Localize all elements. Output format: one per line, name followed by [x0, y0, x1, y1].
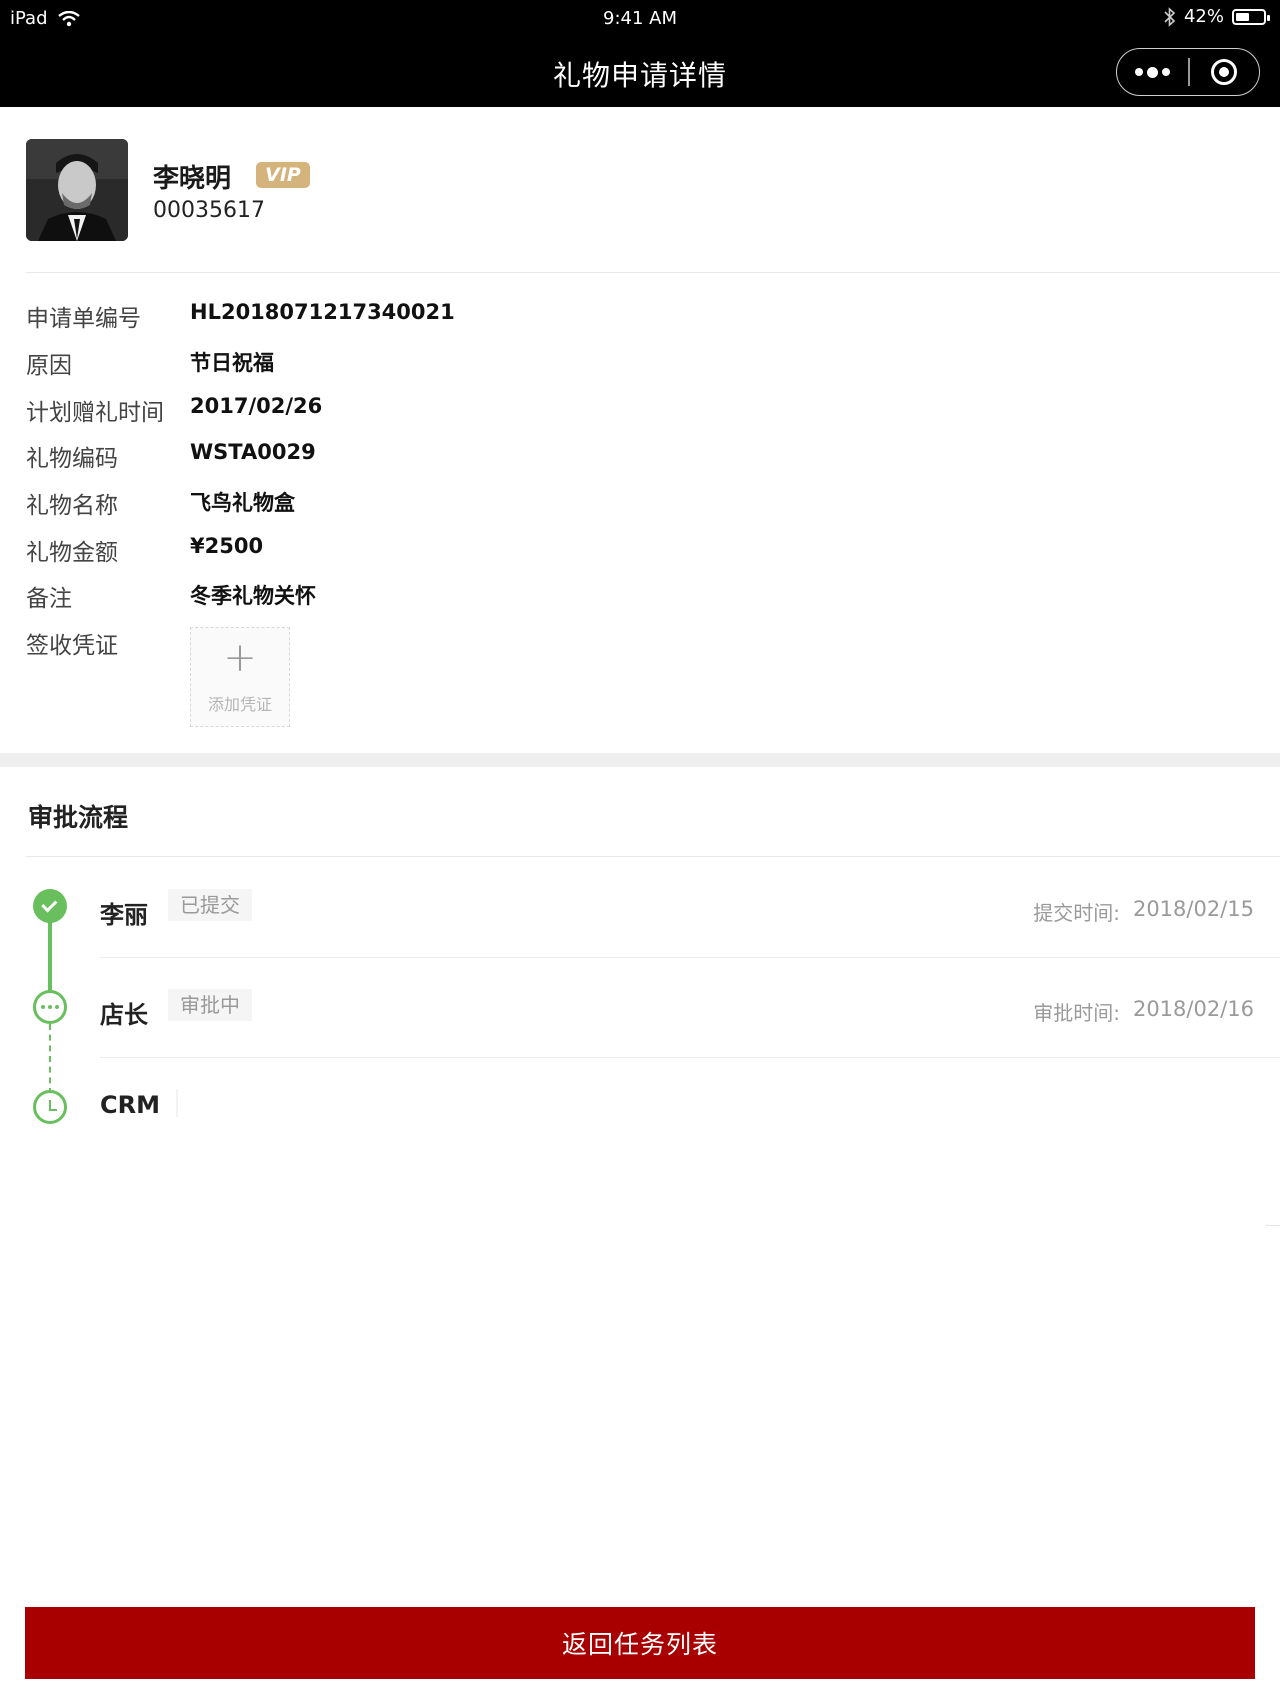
detail-label: 签收凭证	[26, 633, 118, 659]
detail-value: HL2018071217340021	[190, 300, 455, 324]
detail-label: 礼物编码	[26, 446, 118, 472]
approver-name: CRM	[100, 1091, 160, 1119]
customer-name: 李晓明	[153, 164, 232, 194]
detail-value: 2017/02/26	[190, 394, 323, 418]
divider	[1266, 1225, 1280, 1226]
detail-row-gift-code: 礼物编码 WSTA0029	[0, 439, 1280, 479]
page-title: 礼物申请详情	[552, 59, 727, 92]
clock: 9:41 AM	[603, 8, 677, 29]
detail-row-gift-name: 礼物名称 飞鸟礼物盒	[0, 486, 1280, 526]
detail-label: 申请单编号	[26, 306, 141, 332]
nav-bar: 礼物申请详情	[0, 36, 1280, 107]
detail-value: 飞鸟礼物盒	[190, 491, 295, 515]
battery-percent: 42%	[1183, 6, 1224, 27]
approver-name: 李丽	[100, 901, 148, 929]
time-label: 审批时间:	[1033, 1001, 1120, 1025]
mini-program-capsule	[1116, 48, 1260, 96]
detail-row-gift-amount: 礼物金额 ¥2500	[0, 533, 1280, 573]
battery-icon	[1232, 8, 1270, 25]
approval-step: CRM	[0, 1091, 1280, 1151]
close-miniprogram-button[interactable]	[1190, 49, 1259, 95]
detail-row-planned-date: 计划赠礼时间 2017/02/26	[0, 393, 1280, 433]
bluetooth-icon	[1164, 6, 1176, 27]
status-bar: iPad 9:41 AM 42%	[0, 0, 1280, 36]
member-id: 00035617	[153, 198, 265, 223]
detail-row-application-number: 申请单编号 HL2018071217340021	[0, 299, 1280, 339]
step-status-placeholder	[176, 1089, 178, 1117]
section-separator	[0, 753, 1280, 767]
detail-label: 礼物名称	[26, 493, 118, 519]
vip-badge: VIP	[256, 162, 310, 188]
step-status-badge: 审批中	[168, 989, 252, 1021]
detail-label: 备注	[26, 586, 72, 612]
time-value: 2018/02/15	[1132, 897, 1254, 921]
add-receipt-label: 添加凭证	[207, 695, 272, 714]
target-icon	[1211, 59, 1238, 85]
detail-label: 礼物金额	[26, 540, 118, 566]
approval-step: 李丽 已提交 提交时间: 2018/02/15	[0, 889, 1280, 955]
divider	[26, 272, 1280, 273]
step-status-badge: 已提交	[168, 889, 252, 921]
detail-value: WSTA0029	[190, 440, 316, 464]
divider	[26, 856, 1280, 857]
plus-icon: +	[223, 635, 257, 681]
divider	[100, 957, 1280, 958]
detail-value: 节日祝福	[190, 351, 274, 375]
detail-label: 原因	[26, 353, 72, 379]
time-label: 提交时间:	[1033, 901, 1120, 925]
approval-section-title: 审批流程	[28, 803, 129, 832]
detail-value: ¥2500	[190, 534, 264, 558]
avatar	[26, 139, 128, 241]
add-receipt-button[interactable]: + 添加凭证	[190, 627, 290, 727]
more-menu-button[interactable]	[1117, 49, 1188, 95]
return-to-task-list-button[interactable]: 返回任务列表	[25, 1607, 1255, 1679]
detail-row-reason: 原因 节日祝福	[0, 346, 1280, 386]
approval-step: 店长 审批中 审批时间: 2018/02/16	[0, 989, 1280, 1055]
detail-row-remark: 备注 冬季礼物关怀	[0, 579, 1280, 619]
approver-name: 店长	[100, 1001, 148, 1029]
detail-value: 冬季礼物关怀	[190, 584, 316, 608]
detail-label: 计划赠礼时间	[26, 400, 164, 426]
time-value: 2018/02/16	[1132, 997, 1254, 1021]
divider	[100, 1057, 1280, 1058]
